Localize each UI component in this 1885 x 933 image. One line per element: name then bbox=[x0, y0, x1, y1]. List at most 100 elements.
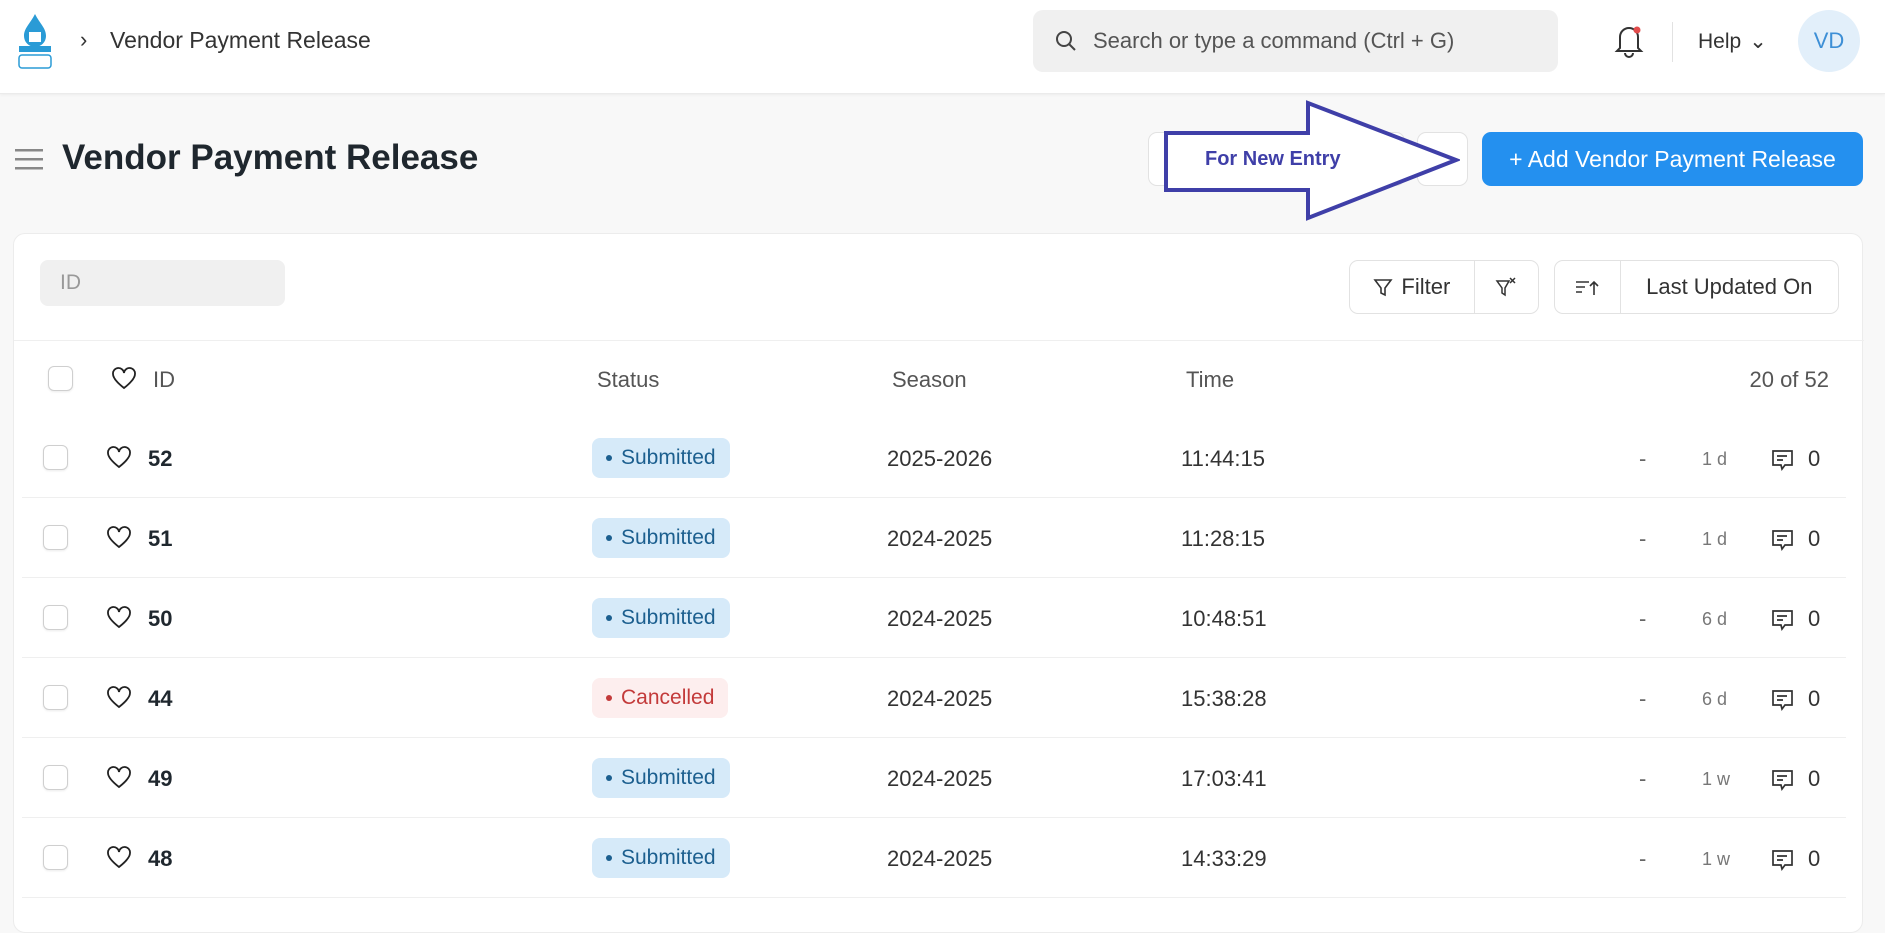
row-dash: - bbox=[1639, 606, 1647, 631]
row-id[interactable]: 50 bbox=[148, 606, 172, 632]
heart-icon[interactable] bbox=[106, 446, 132, 470]
status-badge: Submitted bbox=[592, 518, 730, 558]
comment-icon bbox=[1772, 530, 1793, 551]
row-dash: - bbox=[1639, 846, 1647, 871]
table-row[interactable]: 51 Submitted 2024-2025 11:28:15 - 1 d 0 bbox=[22, 498, 1846, 578]
heart-icon[interactable] bbox=[106, 526, 132, 550]
status-dot-icon bbox=[606, 615, 612, 621]
comment-count: 0 bbox=[1808, 686, 1821, 711]
heart-icon[interactable] bbox=[111, 367, 137, 391]
table-row[interactable]: 50 Submitted 2024-2025 10:48:51 - 6 d 0 bbox=[22, 578, 1846, 658]
row-modified-age: 1 w bbox=[1702, 769, 1731, 789]
table-row[interactable]: 49 Submitted 2024-2025 17:03:41 - 1 w 0 bbox=[22, 738, 1846, 818]
heart-icon[interactable] bbox=[106, 846, 132, 870]
comment-icon bbox=[1772, 450, 1793, 471]
comment-count: 0 bbox=[1808, 606, 1821, 631]
row-time: 15:38:28 bbox=[1181, 686, 1267, 711]
notification-bell-icon[interactable] bbox=[1612, 22, 1646, 58]
comment-count: 0 bbox=[1808, 846, 1821, 871]
status-label: Submitted bbox=[621, 606, 716, 629]
add-vendor-payment-release-button[interactable]: + Add Vendor Payment Release bbox=[1482, 132, 1863, 186]
table-row[interactable]: 48 Submitted 2024-2025 14:33:29 - 1 w 0 bbox=[22, 818, 1846, 898]
status-badge: Submitted bbox=[592, 838, 730, 878]
row-time: 14:33:29 bbox=[1181, 846, 1267, 871]
heart-icon[interactable] bbox=[106, 606, 132, 630]
status-badge: Cancelled bbox=[592, 678, 729, 718]
avatar[interactable]: VD bbox=[1798, 10, 1860, 72]
row-season: 2024-2025 bbox=[887, 846, 993, 871]
column-header-status[interactable]: Status bbox=[597, 367, 659, 393]
heart-icon[interactable] bbox=[106, 686, 132, 710]
row-checkbox[interactable] bbox=[43, 445, 68, 470]
row-checkbox[interactable] bbox=[43, 685, 68, 710]
search-placeholder: Search or type a command (Ctrl + G) bbox=[1093, 28, 1455, 53]
row-dash: - bbox=[1639, 766, 1647, 791]
status-badge: Submitted bbox=[592, 758, 730, 798]
breadcrumb-chevron-icon: › bbox=[80, 27, 88, 52]
column-header-id[interactable]: ID bbox=[153, 367, 175, 393]
status-dot-icon bbox=[606, 695, 612, 701]
row-checkbox[interactable] bbox=[43, 765, 68, 790]
row-season: 2024-2025 bbox=[887, 526, 993, 551]
company-logo[interactable] bbox=[16, 12, 54, 70]
row-modified-age: 6 d bbox=[1702, 609, 1728, 629]
row-season: 2024-2025 bbox=[887, 686, 993, 711]
search-icon bbox=[1056, 31, 1076, 51]
sort-field-button[interactable]: Last Updated On bbox=[1619, 261, 1838, 313]
sort-group: Last Updated On bbox=[1554, 260, 1839, 314]
row-checkbox[interactable] bbox=[43, 845, 68, 870]
row-id[interactable]: 49 bbox=[148, 766, 172, 792]
row-modified-age: 1 d bbox=[1702, 449, 1728, 469]
breadcrumb[interactable]: Vendor Payment Release bbox=[110, 27, 371, 54]
row-time: 17:03:41 bbox=[1181, 766, 1267, 791]
list-card: Filter Last Updated On ID Status Season … bbox=[13, 233, 1864, 933]
row-id[interactable]: 44 bbox=[148, 686, 172, 712]
help-menu[interactable]: Help ⌄ bbox=[1698, 29, 1767, 54]
filter-button[interactable]: Filter bbox=[1350, 261, 1474, 313]
row-dash: - bbox=[1639, 686, 1647, 711]
clear-filter-icon bbox=[1495, 277, 1516, 297]
filter-label: Filter bbox=[1401, 274, 1451, 299]
status-label: Submitted bbox=[621, 446, 716, 469]
status-dot-icon bbox=[606, 855, 612, 861]
sidebar-toggle-icon[interactable] bbox=[15, 148, 43, 170]
sort-ascending-icon bbox=[1576, 280, 1599, 295]
row-checkbox[interactable] bbox=[43, 525, 68, 550]
row-modified-age: 1 w bbox=[1702, 849, 1731, 869]
row-dash: - bbox=[1639, 446, 1647, 471]
page-title: Vendor Payment Release bbox=[62, 138, 479, 177]
column-header-time[interactable]: Time bbox=[1186, 367, 1234, 393]
clear-filter-button[interactable] bbox=[1473, 261, 1538, 313]
status-dot-icon bbox=[606, 535, 612, 541]
comment-icon bbox=[1772, 770, 1793, 791]
row-id[interactable]: 52 bbox=[148, 446, 172, 472]
search-bar[interactable]: Search or type a command (Ctrl + G) bbox=[1033, 10, 1558, 72]
row-time: 11:28:15 bbox=[1181, 526, 1266, 551]
comment-icon bbox=[1772, 850, 1793, 871]
row-modified-age: 6 d bbox=[1702, 689, 1728, 709]
row-checkbox[interactable] bbox=[43, 605, 68, 630]
comment-icon bbox=[1772, 610, 1793, 631]
select-all-checkbox[interactable] bbox=[48, 366, 73, 391]
comment-count: 0 bbox=[1808, 446, 1821, 471]
status-dot-icon bbox=[606, 455, 612, 461]
sort-direction-button[interactable] bbox=[1555, 261, 1620, 313]
table-row[interactable]: 52 Submitted 2025-2026 11:44:15 - 1 d 0 bbox=[22, 418, 1846, 498]
table-row[interactable]: 44 Cancelled 2024-2025 15:38:28 - 6 d 0 bbox=[22, 658, 1846, 738]
row-id[interactable]: 48 bbox=[148, 846, 172, 872]
row-dash: - bbox=[1639, 526, 1647, 551]
row-time: 11:44:15 bbox=[1181, 446, 1266, 471]
topbar: › Vendor Payment Release Search or type … bbox=[0, 0, 1885, 94]
id-filter-input[interactable] bbox=[40, 260, 285, 306]
row-id[interactable]: 51 bbox=[148, 526, 172, 552]
annotation-text: For New Entry bbox=[1205, 148, 1341, 170]
record-count: 20 of 52 bbox=[1749, 367, 1829, 392]
filter-group: Filter bbox=[1349, 260, 1539, 314]
row-season: 2024-2025 bbox=[887, 606, 993, 631]
status-dot-icon bbox=[606, 775, 612, 781]
help-label: Help bbox=[1698, 29, 1742, 53]
heart-icon[interactable] bbox=[106, 766, 132, 790]
column-header-season[interactable]: Season bbox=[892, 367, 967, 393]
filter-icon bbox=[1373, 279, 1393, 297]
divider bbox=[1672, 22, 1673, 62]
